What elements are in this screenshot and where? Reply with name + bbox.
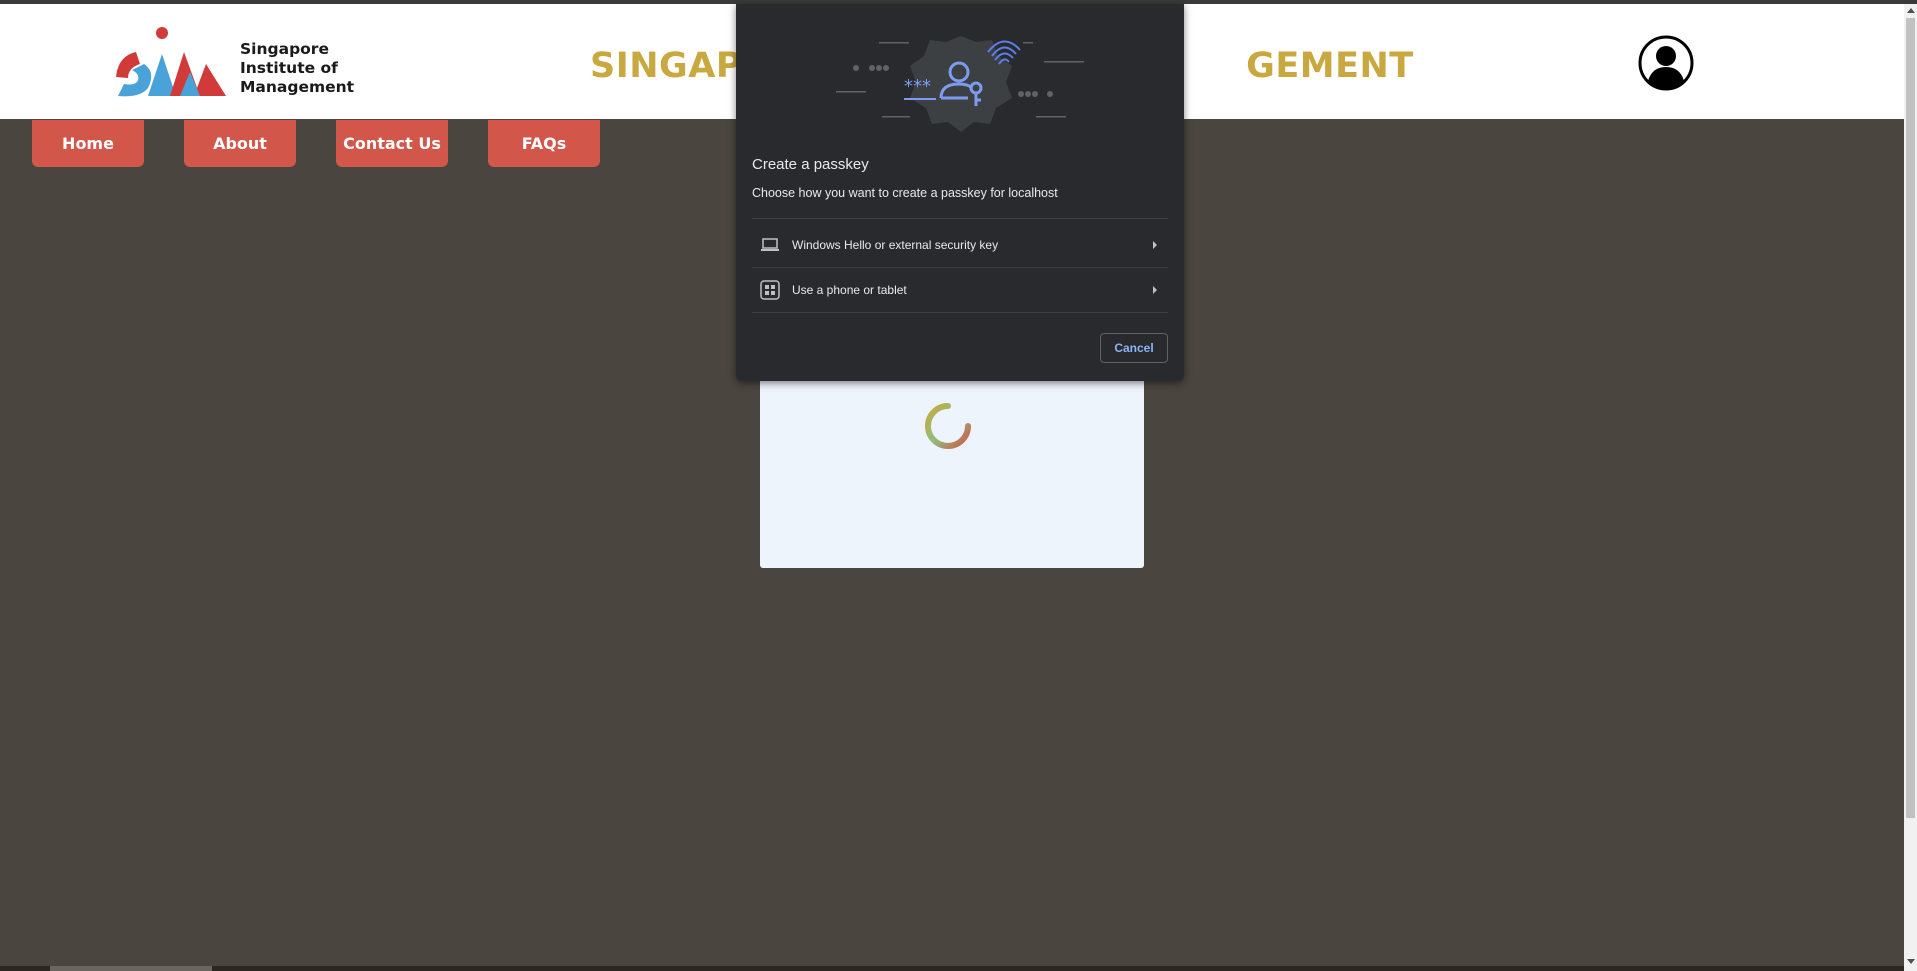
logo-text: Singapore Institute of Management (240, 40, 354, 97)
logo-line-1: Singapore (240, 40, 329, 58)
option-phone-tablet[interactable]: Use a phone or tablet (752, 267, 1168, 312)
chevron-right-icon (1153, 240, 1157, 249)
option-windows-hello[interactable]: Windows Hello or external security key (752, 222, 1168, 267)
option-windows-hello-label: Windows Hello or external security key (792, 237, 999, 252)
nav-contact-button[interactable]: Contact Us (336, 120, 448, 167)
dialog-title: Create a passkey (752, 156, 869, 173)
passkey-dialog: *** Create a passkey Choose how you want… (736, 4, 1184, 381)
svg-text:***: *** (904, 76, 931, 97)
divider (752, 312, 1168, 313)
nav-about-button[interactable]: About (184, 120, 296, 167)
scrollbar-thumb[interactable] (1906, 18, 1915, 818)
nav-home-button[interactable]: Home (32, 120, 144, 167)
laptop-icon (760, 235, 780, 255)
logo-line-2: Institute of (240, 59, 338, 77)
vertical-scrollbar[interactable] (1904, 4, 1917, 971)
passkey-illustration: *** (836, 36, 1084, 132)
profile-icon[interactable] (1638, 35, 1694, 91)
scroll-down-icon[interactable] (1907, 959, 1915, 964)
option-phone-tablet-label: Use a phone or tablet (792, 282, 907, 297)
loading-spinner-icon (925, 403, 971, 449)
logo-line-3: Management (240, 78, 355, 96)
horizontal-scrollbar[interactable] (0, 966, 1904, 971)
qr-code-icon (760, 279, 780, 300)
nav-faqs-button[interactable]: FAQs (488, 120, 600, 167)
scroll-up-icon[interactable] (1907, 8, 1915, 13)
horizontal-scrollbar-thumb[interactable] (50, 966, 212, 971)
chevron-right-icon (1153, 285, 1157, 294)
cancel-button[interactable]: Cancel (1100, 333, 1168, 363)
dialog-subtitle: Choose how you want to create a passkey … (752, 186, 1058, 200)
divider (752, 218, 1168, 219)
site-title-right: GEMENT (1246, 46, 1414, 86)
